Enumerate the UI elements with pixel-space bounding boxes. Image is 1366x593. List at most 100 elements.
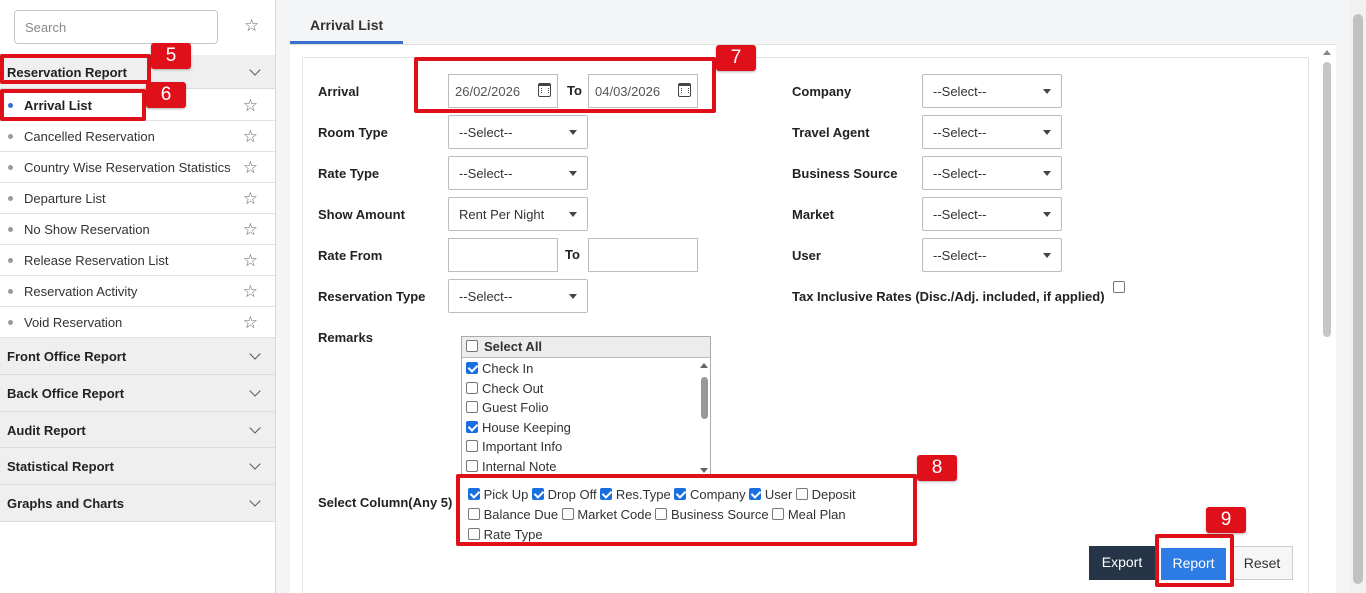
caret-down-icon	[1043, 212, 1051, 217]
checkbox[interactable]	[466, 381, 478, 394]
star-icon[interactable]: ☆	[244, 17, 259, 34]
search-box[interactable]	[14, 10, 218, 44]
chevron-down-icon	[249, 422, 261, 434]
section-front-office-report[interactable]: Front Office Report	[0, 338, 275, 375]
remarks-scrollbar[interactable]	[698, 359, 710, 477]
sidebar-item-label: Release Reservation List	[24, 253, 169, 268]
remarks-item-check-out[interactable]: Check Out	[462, 378, 710, 398]
remarks-item-guest-folio[interactable]: Guest Folio	[462, 397, 710, 417]
company-select[interactable]: --Select--	[922, 74, 1062, 108]
show-amount-select[interactable]: Rent Per Night	[448, 197, 588, 231]
star-icon[interactable]: ☆	[243, 252, 258, 269]
caret-down-icon	[1043, 130, 1051, 135]
remarks-item-house-keeping[interactable]: House Keeping	[462, 417, 710, 437]
section-back-office-report[interactable]: Back Office Report	[0, 375, 275, 412]
caret-down-icon	[1043, 171, 1051, 176]
rate-type-label: Rate Type	[318, 166, 380, 181]
sidebar-item-label: Cancelled Reservation	[24, 129, 155, 144]
page-scrollbar[interactable]	[1350, 0, 1366, 593]
remarks-item-important-info[interactable]: Important Info	[462, 436, 710, 456]
star-icon[interactable]: ☆	[243, 97, 258, 114]
reset-button[interactable]: Reset	[1231, 546, 1293, 580]
caret-down-icon	[569, 171, 577, 176]
business-source-select[interactable]: --Select--	[922, 156, 1062, 190]
search-input[interactable]	[15, 11, 217, 43]
rate-to-label: To	[565, 247, 580, 262]
star-icon[interactable]: ☆	[243, 221, 258, 238]
tab-arrival-list[interactable]: Arrival List	[290, 8, 403, 44]
star-icon[interactable]: ☆	[243, 314, 258, 331]
scroll-up-icon[interactable]	[700, 363, 708, 368]
star-icon[interactable]: ☆	[243, 128, 258, 145]
user-select[interactable]: --Select--	[922, 238, 1062, 272]
panel-scrollbar[interactable]	[1320, 46, 1334, 593]
user-value: --Select--	[933, 248, 987, 263]
remarks-item-label: Check In	[482, 361, 534, 376]
sidebar-item-release-reservation[interactable]: Release Reservation List ☆	[0, 245, 275, 276]
annotation-box-9	[1155, 534, 1234, 587]
company-label: Company	[792, 84, 852, 99]
star-icon[interactable]: ☆	[243, 159, 258, 176]
show-amount-value: Rent Per Night	[459, 207, 545, 222]
section-audit-report[interactable]: Audit Report	[0, 412, 275, 448]
sidebar-item-cancelled-reservation[interactable]: Cancelled Reservation ☆	[0, 121, 275, 152]
tax-inclusive-checkbox[interactable]	[1113, 281, 1125, 293]
remarks-item-check-in[interactable]: Check In	[462, 358, 710, 378]
room-type-label: Room Type	[318, 125, 388, 140]
remarks-select-all[interactable]: Select All	[462, 337, 710, 358]
select-all-checkbox[interactable]	[466, 340, 478, 352]
room-type-select[interactable]: --Select--	[448, 115, 588, 149]
scroll-up-icon[interactable]	[1323, 50, 1331, 55]
checkbox[interactable]	[466, 362, 478, 374]
remarks-item-internal-note[interactable]: Internal Note	[462, 456, 710, 476]
annotation-box-5	[0, 54, 151, 84]
annotation-box-8	[456, 474, 917, 546]
market-select[interactable]: --Select--	[922, 197, 1062, 231]
scroll-thumb[interactable]	[701, 377, 708, 419]
bullet-icon	[8, 165, 13, 170]
rate-from-input[interactable]	[448, 238, 558, 272]
annotation-box-6	[0, 89, 146, 121]
checkbox[interactable]	[466, 440, 478, 452]
sidebar-item-void-reservation[interactable]: Void Reservation ☆	[0, 307, 275, 338]
checkbox[interactable]	[466, 401, 478, 413]
remarks-item-label: House Keeping	[482, 419, 571, 435]
chevron-down-icon	[249, 64, 261, 76]
reservation-type-value: --Select--	[459, 289, 513, 304]
scroll-thumb[interactable]	[1353, 14, 1363, 584]
business-source-label: Business Source	[792, 166, 898, 181]
star-icon[interactable]: ☆	[243, 283, 258, 300]
scroll-thumb[interactable]	[1323, 62, 1331, 337]
section-label: Front Office Report	[7, 349, 127, 364]
sidebar-item-departure-list[interactable]: Departure List ☆	[0, 183, 275, 214]
chevron-down-icon	[249, 458, 261, 470]
bullet-icon	[8, 258, 13, 263]
rate-type-select[interactable]: --Select--	[448, 156, 588, 190]
section-statistical-report[interactable]: Statistical Report	[0, 448, 275, 485]
sidebar-item-label: No Show Reservation	[24, 222, 150, 237]
remarks-item-label: Important Info	[482, 439, 563, 454]
show-amount-label: Show Amount	[318, 207, 405, 222]
select-all-label: Select All	[484, 339, 543, 354]
bullet-icon	[8, 227, 13, 232]
checkbox[interactable]	[466, 459, 478, 472]
sidebar-item-reservation-activity[interactable]: Reservation Activity ☆	[0, 276, 275, 307]
annotation-badge-5: 5	[151, 43, 191, 69]
rate-to-input[interactable]	[588, 238, 698, 272]
reservation-type-select[interactable]: --Select--	[448, 279, 588, 313]
checkbox[interactable]	[466, 420, 478, 433]
section-graphs-and-charts[interactable]: Graphs and Charts	[0, 485, 275, 522]
remarks-label: Remarks	[318, 330, 373, 345]
annotation-badge-8: 8	[917, 455, 957, 481]
export-button[interactable]: Export	[1089, 546, 1155, 580]
section-label: Audit Report	[7, 423, 86, 438]
section-label: Back Office Report	[7, 386, 125, 401]
sidebar-item-country-wise[interactable]: Country Wise Reservation Statistics ☆	[0, 152, 275, 183]
sidebar-item-no-show[interactable]: No Show Reservation ☆	[0, 214, 275, 245]
star-icon[interactable]: ☆	[243, 190, 258, 207]
annotation-badge-7: 7	[716, 45, 756, 71]
sidebar-item-label: Country Wise Reservation Statistics	[24, 160, 231, 175]
travel-agent-select[interactable]: --Select--	[922, 115, 1062, 149]
scroll-down-icon[interactable]	[700, 468, 708, 473]
room-type-value: --Select--	[459, 125, 513, 140]
